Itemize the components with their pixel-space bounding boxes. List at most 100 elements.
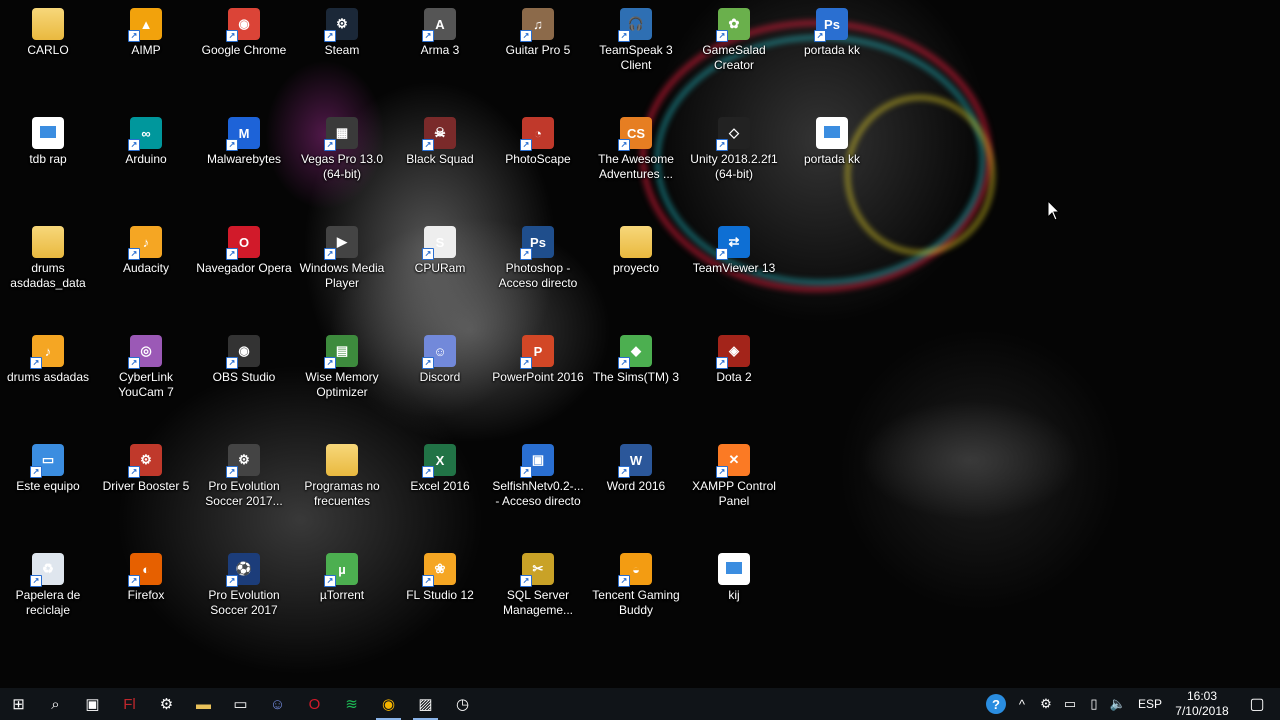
proyecto-folder-icon [620, 226, 652, 258]
the-sims-3-icon: ◆ ↗ [618, 335, 652, 369]
clock[interactable]: 16:03 7/10/2018 [1170, 689, 1234, 719]
desktop-shortcut-label: TeamSpeak 3 Client [599, 43, 673, 72]
start-button[interactable]: ⊞ [0, 688, 37, 720]
desktop-shortcut[interactable]: ☠ ↗ Black Squad [392, 109, 488, 213]
desktop-shortcut[interactable]: Ps ↗ Photoshop - Acceso directo [490, 218, 586, 322]
desktop-shortcut[interactable]: ♪ ↗ Audacity [98, 218, 194, 322]
opera-taskbar-button[interactable]: O [296, 688, 333, 720]
desktop-shortcut[interactable]: kij [686, 545, 782, 649]
volume-tray-icon[interactable]: 🔈 [1106, 688, 1130, 720]
chrome-taskbar-button[interactable]: ◉ [370, 688, 407, 720]
desktop-shortcut[interactable]: ▣ ↗ SelfishNetv0.2-... - Acceso directo [490, 436, 586, 540]
desktop-shortcut[interactable]: ☺ ↗ Discord [392, 327, 488, 431]
desktop-shortcut[interactable]: O ↗ Navegador Opera [196, 218, 292, 322]
desktop-shortcut[interactable]: ✿ ↗ GameSalad Creator [686, 0, 782, 104]
photos-icon: ▨ [418, 696, 433, 713]
desktop-shortcut[interactable]: ▤ ↗ Wise Memory Optimizer [294, 327, 390, 431]
desktop-shortcut[interactable]: portada kk [784, 109, 880, 213]
desktop-shortcut[interactable]: ♪ ↗ drums asdadas [0, 327, 96, 431]
desktop-shortcut[interactable]: ⚙ ↗ Pro Evolution Soccer 2017... [196, 436, 292, 540]
spotify-taskbar-button[interactable]: ≋ [333, 688, 370, 720]
desktop-shortcut[interactable]: CS ↗ The Awesome Adventures ... [588, 109, 684, 213]
search-button[interactable]: ⌕ [37, 688, 74, 720]
desktop-shortcut[interactable]: ♻ ↗ Papelera de reciclaje [0, 545, 96, 649]
kij-file-icon [718, 553, 750, 585]
desktop-shortcut[interactable]: A ↗ Arma 3 [392, 0, 488, 104]
desktop-shortcut[interactable]: Programas no frecuentes [294, 436, 390, 540]
desktop-shortcut[interactable]: ⚙ ↗ Driver Booster 5 [98, 436, 194, 540]
desktop-shortcut[interactable]: ✂ ↗ SQL Server Manageme... [490, 545, 586, 649]
desktop-shortcut[interactable]: proyecto [588, 218, 684, 322]
help-tray-icon[interactable]: ? [985, 694, 1006, 714]
steam-taskbar-button[interactable]: ⚙ [148, 688, 185, 720]
desktop-shortcut[interactable]: ◉ ↗ Google Chrome [196, 0, 292, 104]
action-center-button[interactable]: ▢ [1234, 688, 1280, 720]
show-hidden-icons-icon[interactable]: ^ [1010, 688, 1034, 720]
desktop-shortcut[interactable]: ❀ ↗ FL Studio 12 [392, 545, 488, 649]
desktop-shortcut[interactable]: ♫ ↗ Guitar Pro 5 [490, 0, 586, 104]
desktop-shortcut[interactable]: ◇ ↗ Unity 2018.2.2f1 (64-bit) [686, 109, 782, 213]
desktop-shortcut[interactable]: ▭ ↗ Este equipo [0, 436, 96, 540]
desktop-shortcut[interactable]: S ↗ CPURam [392, 218, 488, 322]
desktop-shortcut[interactable]: ◒ ↗ Tencent Gaming Buddy [588, 545, 684, 649]
desktop-shortcut[interactable]: ▲ ↗ AIMP [98, 0, 194, 104]
desktop-shortcut[interactable]: tdb rap [0, 109, 96, 213]
desktop-shortcut-label: CARLO [27, 43, 69, 57]
desktop-shortcut[interactable]: Ps ↗ portada kk [784, 0, 880, 104]
clock-time: 16:03 [1186, 689, 1218, 703]
clock-app-taskbar-button[interactable]: ◷ [444, 688, 481, 720]
desktop-shortcut-label: XAMPP Control Panel [692, 479, 776, 508]
desktop-shortcut[interactable]: ◐ ↗ Firefox [98, 545, 194, 649]
desktop-shortcut[interactable]: X ↗ Excel 2016 [392, 436, 488, 540]
desktop-shortcut-label: Google Chrome [201, 43, 287, 57]
desktop[interactable]: CARLO ▲ ↗ AIMP ◉ ↗ Google Chrome ⚙ ↗ Steam A ↗ Arma … [0, 0, 1280, 688]
desktop-shortcut[interactable]: 🎧 ↗ TeamSpeak 3 Client [588, 0, 684, 104]
shortcut-arrow-icon: ↗ [422, 248, 434, 260]
desktop-shortcut-label: The Awesome Adventures ... [598, 152, 674, 181]
battery-tray-icon[interactable]: ▯ [1082, 688, 1106, 720]
arduino-icon: ∞ ↗ [128, 117, 162, 151]
photos-taskbar-button[interactable]: ▨ [407, 688, 444, 720]
desktop-shortcut[interactable]: ⚽ ↗ Pro Evolution Soccer 2017 [196, 545, 292, 649]
desktop-shortcut[interactable]: ∞ ↗ Arduino [98, 109, 194, 213]
desktop-shortcut-label: proyecto [612, 261, 660, 275]
desktop-shortcut-label: Arduino [125, 152, 167, 166]
flash-taskbar-button[interactable]: Fl [111, 688, 148, 720]
desktop-shortcut-label: Discord [419, 370, 461, 384]
desktop-shortcut[interactable]: drums asdadas_data [0, 218, 96, 322]
steam-tray-icon[interactable]: ⚙ [1034, 688, 1058, 720]
desktop-shortcut[interactable]: ✕ ↗ XAMPP Control Panel [686, 436, 782, 540]
desktop-shortcut-label: CyberLink YouCam 7 [118, 370, 174, 399]
word-icon: W ↗ [618, 444, 652, 478]
guitar-pro-5-icon: ♫ ↗ [520, 8, 554, 42]
desktop-shortcut[interactable]: ▦ ↗ Vegas Pro 13.0 (64-bit) [294, 109, 390, 213]
taskbar-pinned-apps: ⊞ ⌕ ▣ Fl ⚙ ▬ ▭ ☺ O ≋ ◉ ▨ ◷ [0, 688, 481, 720]
discord-taskbar-button[interactable]: ☺ [259, 688, 296, 720]
shortcut-arrow-icon: ↗ [520, 575, 532, 587]
desktop-shortcut[interactable]: ◈ ↗ Dota 2 [686, 327, 782, 431]
desktop-shortcut-label: µTorrent [319, 588, 365, 602]
shortcut-arrow-icon: ↗ [618, 30, 630, 42]
desktop-shortcut[interactable]: P ↗ PowerPoint 2016 [490, 327, 586, 431]
input-language-indicator[interactable]: ESP [1130, 697, 1170, 711]
window-taskbar-button[interactable]: ▭ [222, 688, 259, 720]
desktop-shortcut[interactable]: ⚙ ↗ Steam [294, 0, 390, 104]
desktop-shortcut[interactable]: M ↗ Malwarebytes [196, 109, 292, 213]
shortcut-arrow-icon: ↗ [30, 357, 42, 369]
desktop-shortcut[interactable]: ◆ ↗ The Sims(TM) 3 [588, 327, 684, 431]
desktop-shortcut[interactable]: µ ↗ µTorrent [294, 545, 390, 649]
desktop-shortcut[interactable]: CARLO [0, 0, 96, 104]
desktop-shortcut[interactable]: ⇄ ↗ TeamViewer 13 [686, 218, 782, 322]
black-squad-icon: ☠ ↗ [422, 117, 456, 151]
desktop-shortcut[interactable]: ◉ ↗ OBS Studio [196, 327, 292, 431]
desktop-shortcut[interactable]: ◎ ↗ CyberLink YouCam 7 [98, 327, 194, 431]
network-tray-icon[interactable]: ▭ [1058, 688, 1082, 720]
task-view-button[interactable]: ▣ [74, 688, 111, 720]
file-explorer-taskbar-button[interactable]: ▬ [185, 688, 222, 720]
desktop-shortcut[interactable]: ▶ ↗ Windows Media Player [294, 218, 390, 322]
xampp-control-panel-icon: ✕ ↗ [716, 444, 750, 478]
desktop-shortcut[interactable]: W ↗ Word 2016 [588, 436, 684, 540]
shortcut-arrow-icon: ↗ [324, 575, 336, 587]
shortcut-arrow-icon: ↗ [814, 30, 826, 42]
desktop-shortcut[interactable]: ◔ ↗ PhotoScape [490, 109, 586, 213]
